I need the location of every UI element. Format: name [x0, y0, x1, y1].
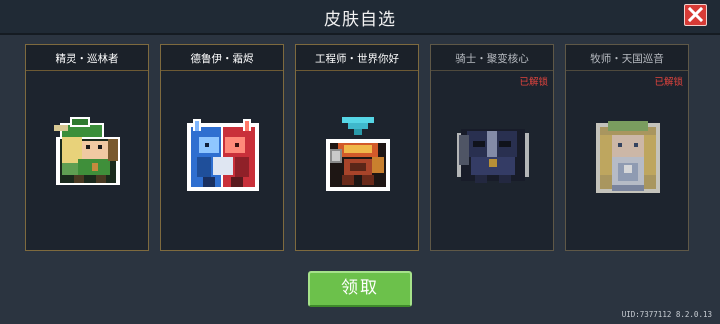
- skin-name: 德鲁伊・霜烬: [190, 53, 254, 65]
- uid-version-text: UID:7377112 8.2.0.13: [621, 310, 712, 319]
- skin-card-header: 工程师・世界你好: [296, 45, 418, 71]
- title-bar: 皮肤自选: [0, 0, 720, 35]
- skin-card-elf-ranger[interactable]: 精灵・巡林者: [25, 44, 149, 251]
- page-title: 皮肤自选: [324, 10, 396, 30]
- claim-button[interactable]: 领取: [308, 271, 412, 307]
- skin-card-header: 精灵・巡林者: [26, 45, 148, 71]
- unlocked-badge: 已解锁: [519, 77, 548, 88]
- priest-heavenly-sprite: [588, 113, 668, 197]
- knight-fusion-core-sprite: [453, 113, 533, 197]
- close-icon: [688, 7, 703, 22]
- skin-card-header: 德鲁伊・霜烬: [161, 45, 283, 71]
- skin-name: 牧师・天国巡音: [590, 53, 664, 65]
- close-button[interactable]: [684, 4, 707, 26]
- skin-name: 工程师・世界你好: [315, 53, 399, 65]
- skin-name: 骑士・聚变核心: [455, 53, 529, 65]
- druid-frost-ember-sprite: [183, 113, 263, 197]
- skin-card-knight[interactable]: 骑士・聚变核心 已解锁: [430, 44, 554, 251]
- skin-card-engineer[interactable]: 工程师・世界你好: [295, 44, 419, 251]
- skin-card-druid[interactable]: 德鲁伊・霜烬: [160, 44, 284, 251]
- skin-name: 精灵・巡林者: [55, 53, 119, 65]
- unlocked-badge: 已解锁: [654, 77, 683, 88]
- elf-ranger-sprite: [48, 113, 128, 197]
- engineer-hello-world-sprite: [318, 113, 398, 197]
- skin-card-header: 牧师・天国巡音: [566, 45, 688, 71]
- skin-card-priest[interactable]: 牧师・天国巡音 已解锁: [565, 44, 689, 251]
- skin-card-header: 骑士・聚变核心: [431, 45, 553, 71]
